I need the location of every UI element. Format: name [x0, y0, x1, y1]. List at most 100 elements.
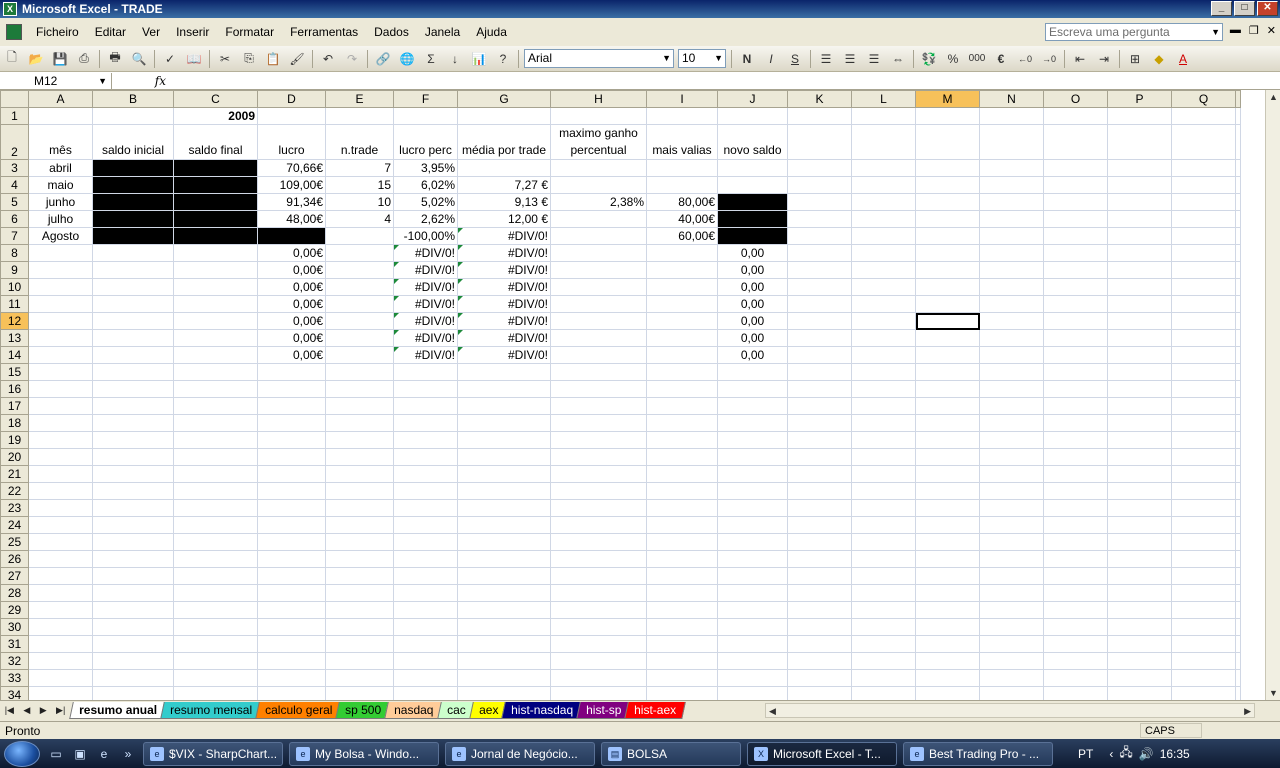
cell-d8[interactable]: 0,00€ — [257, 244, 326, 262]
cell-f23[interactable] — [393, 499, 458, 517]
align-left-icon[interactable]: ☰ — [816, 49, 836, 69]
cell-q16[interactable] — [1171, 380, 1236, 398]
cell-d10[interactable]: 0,00€ — [257, 278, 326, 296]
cell-g14[interactable]: #DIV/0! — [457, 346, 551, 364]
cell-j11[interactable]: 0,00 — [717, 295, 788, 313]
cell-b4[interactable] — [92, 176, 174, 194]
cell-a2[interactable]: mês — [28, 124, 93, 160]
cell-c17[interactable] — [173, 397, 258, 415]
cell-r29[interactable] — [1235, 601, 1241, 619]
cell-k17[interactable] — [787, 397, 852, 415]
cell-a10[interactable] — [28, 278, 93, 296]
column-header-j[interactable]: J — [717, 90, 788, 108]
cell-f13[interactable]: #DIV/0! — [393, 329, 458, 347]
cell-r9[interactable] — [1235, 261, 1241, 279]
cell-k9[interactable] — [787, 261, 852, 279]
cell-r1[interactable] — [1235, 107, 1241, 125]
print-preview-icon[interactable]: 🔍 — [129, 49, 149, 69]
cell-p8[interactable] — [1107, 244, 1172, 262]
sheet-tab-hist-sp[interactable]: hist-sp — [576, 701, 632, 719]
cell-c4[interactable] — [173, 176, 258, 194]
cell-p23[interactable] — [1107, 499, 1172, 517]
menu-ajuda[interactable]: Ajuda — [468, 25, 515, 39]
cell-f31[interactable] — [393, 635, 458, 653]
cell-h12[interactable] — [550, 312, 647, 330]
cell-i26[interactable] — [646, 550, 718, 568]
cell-l6[interactable] — [851, 210, 916, 228]
decrease-decimal-icon[interactable]: →0 — [1039, 49, 1059, 69]
cell-i23[interactable] — [646, 499, 718, 517]
cell-k1[interactable] — [787, 107, 852, 125]
cell-g13[interactable]: #DIV/0! — [457, 329, 551, 347]
cell-d5[interactable]: 91,34€ — [257, 193, 326, 211]
autosum-icon[interactable]: Σ — [421, 49, 441, 69]
cell-m13[interactable] — [915, 329, 980, 347]
cell-e34[interactable] — [325, 686, 394, 700]
cell-b2[interactable]: saldo inicial — [92, 124, 174, 160]
column-header-r[interactable] — [1235, 90, 1241, 108]
cell-h21[interactable] — [550, 465, 647, 483]
row-header-4[interactable]: 4 — [0, 176, 29, 194]
cell-g34[interactable] — [457, 686, 551, 700]
cell-m17[interactable] — [915, 397, 980, 415]
cell-g11[interactable]: #DIV/0! — [457, 295, 551, 313]
cell-p4[interactable] — [1107, 176, 1172, 194]
cell-m16[interactable] — [915, 380, 980, 398]
cell-p12[interactable] — [1107, 312, 1172, 330]
cell-j30[interactable] — [717, 618, 788, 636]
cell-r28[interactable] — [1235, 584, 1241, 602]
cell-f26[interactable] — [393, 550, 458, 568]
cell-c28[interactable] — [173, 584, 258, 602]
cell-i32[interactable] — [646, 652, 718, 670]
cell-b20[interactable] — [92, 448, 174, 466]
cell-m23[interactable] — [915, 499, 980, 517]
cell-g20[interactable] — [457, 448, 551, 466]
cell-a1[interactable] — [28, 107, 93, 125]
cell-g24[interactable] — [457, 516, 551, 534]
cell-o27[interactable] — [1043, 567, 1108, 585]
volume-icon[interactable]: 🔊 — [1139, 747, 1154, 761]
decrease-indent-icon[interactable]: ⇤ — [1070, 49, 1090, 69]
cell-k34[interactable] — [787, 686, 852, 700]
cell-d23[interactable] — [257, 499, 326, 517]
cell-l25[interactable] — [851, 533, 916, 551]
cell-o7[interactable] — [1043, 227, 1108, 245]
cell-d7[interactable] — [257, 227, 326, 245]
row-header-13[interactable]: 13 — [0, 329, 29, 347]
cut-icon[interactable]: ✂ — [215, 49, 235, 69]
save-icon[interactable]: 💾 — [50, 49, 70, 69]
cell-b28[interactable] — [92, 584, 174, 602]
menu-dados[interactable]: Dados — [366, 25, 417, 39]
cell-r21[interactable] — [1235, 465, 1241, 483]
cell-c13[interactable] — [173, 329, 258, 347]
cell-k18[interactable] — [787, 414, 852, 432]
row-header-6[interactable]: 6 — [0, 210, 29, 228]
cell-g9[interactable]: #DIV/0! — [457, 261, 551, 279]
cell-o12[interactable] — [1043, 312, 1108, 330]
cell-i25[interactable] — [646, 533, 718, 551]
cell-c33[interactable] — [173, 669, 258, 687]
column-header-k[interactable]: K — [787, 90, 852, 108]
cell-r3[interactable] — [1235, 159, 1241, 177]
name-box[interactable]: M12 ▼ — [0, 72, 112, 89]
cell-c10[interactable] — [173, 278, 258, 296]
cell-o22[interactable] — [1043, 482, 1108, 500]
cell-p3[interactable] — [1107, 159, 1172, 177]
cell-o8[interactable] — [1043, 244, 1108, 262]
cell-r24[interactable] — [1235, 516, 1241, 534]
cell-p28[interactable] — [1107, 584, 1172, 602]
cell-b13[interactable] — [92, 329, 174, 347]
cell-j7[interactable] — [717, 227, 788, 245]
cell-c2[interactable]: saldo final — [173, 124, 258, 160]
scroll-down-icon[interactable]: ▼ — [1269, 688, 1278, 698]
menu-inserir[interactable]: Inserir — [168, 25, 217, 39]
cell-l19[interactable] — [851, 431, 916, 449]
cell-n15[interactable] — [979, 363, 1044, 381]
column-header-i[interactable]: I — [646, 90, 718, 108]
cell-m10[interactable] — [915, 278, 980, 296]
cell-l30[interactable] — [851, 618, 916, 636]
cell-m18[interactable] — [915, 414, 980, 432]
cell-m19[interactable] — [915, 431, 980, 449]
cell-l33[interactable] — [851, 669, 916, 687]
cell-m7[interactable] — [915, 227, 980, 245]
